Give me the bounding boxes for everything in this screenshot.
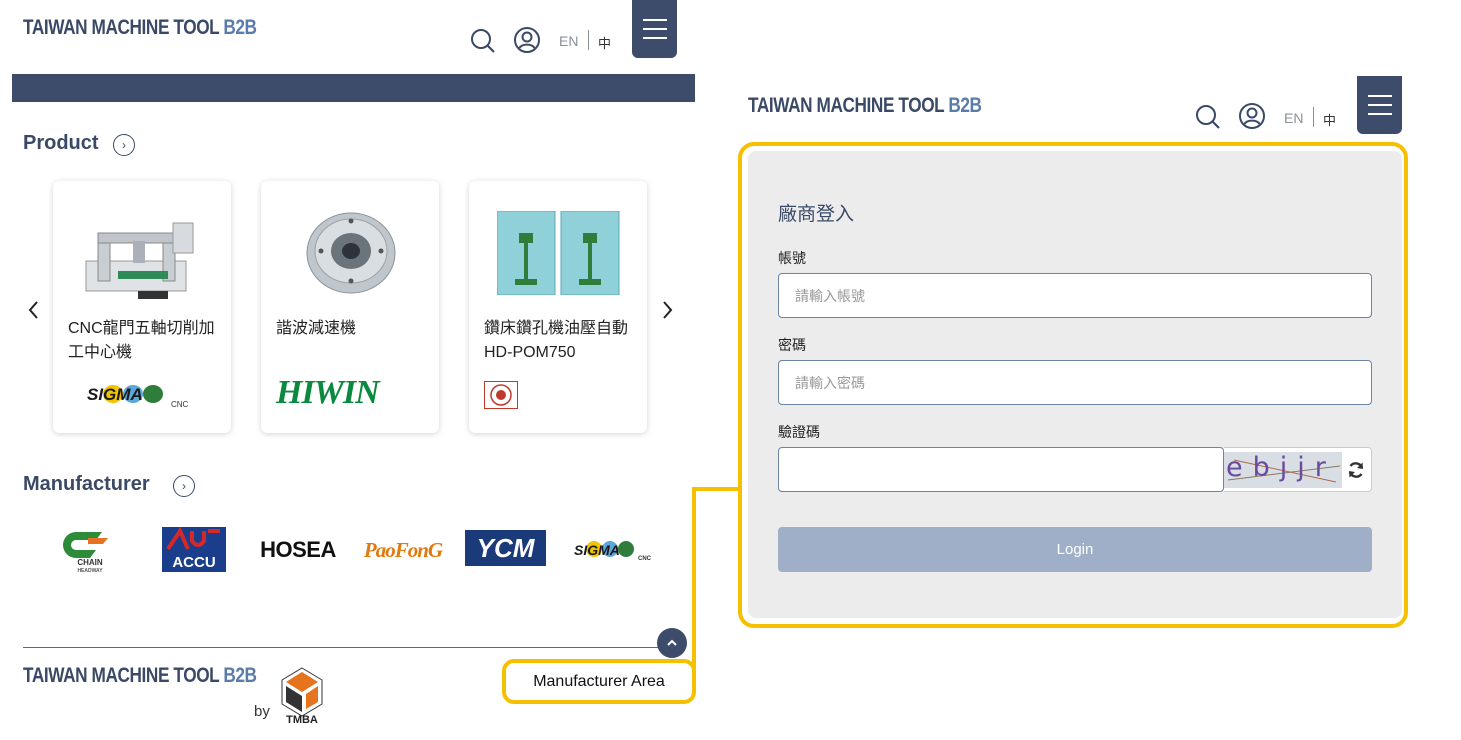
manufacturer-area-label: Manufacturer Area [533, 672, 665, 690]
svg-text:CNC: CNC [171, 400, 189, 409]
footer-brand-logo[interactable]: TAIWAN MACHINE TOOL B2B [23, 664, 257, 688]
hamburger-menu-button[interactable] [632, 0, 677, 58]
footer-by-label: by [254, 703, 270, 720]
product-card-title: 諧波減速機 [276, 320, 357, 337]
manufacturer-more-chevron-icon[interactable]: › [173, 475, 195, 497]
lang-en-link[interactable]: EN [1284, 110, 1303, 126]
product-image-harmonic-reducer [301, 201, 401, 301]
brand-suffix: B2B [223, 16, 257, 39]
svg-text:ACCU: ACCU [172, 554, 215, 571]
captcha-noise: ebjjr [1224, 452, 1342, 488]
footer-divider [23, 647, 686, 648]
product-card[interactable]: CNC龍門五軸切削加工中心機 SIGMA CNC [53, 181, 231, 433]
hamburger-menu-button[interactable] [1357, 76, 1402, 134]
product-image-drilling-machine [496, 210, 621, 296]
callout-connector [692, 488, 696, 682]
carousel-prev-chevron-icon[interactable] [26, 298, 42, 322]
lang-zh-link[interactable]: 中 [598, 33, 611, 52]
login-title: 廠商登入 [778, 204, 855, 225]
left-brand-logo[interactable]: TAIWAN MACHINE TOOL B2B [23, 16, 257, 40]
svg-text:SIGMA: SIGMA [87, 385, 143, 404]
manufacturer-logo-chain[interactable]: CHAIN HEADWAY [60, 528, 120, 573]
carousel-next-chevron-icon[interactable] [659, 298, 675, 322]
search-icon[interactable] [1193, 102, 1223, 132]
manufacturer-logo-ycm[interactable]: YCM [465, 530, 546, 566]
product-card-title: CNC龍門五軸切削加工中心機 [68, 320, 215, 361]
password-input[interactable]: 請輸入密碼 [778, 360, 1372, 405]
brand-main: TAIWAN MACHINE TOOL [748, 94, 944, 117]
right-brand-logo[interactable]: TAIWAN MACHINE TOOL B2B [748, 94, 982, 118]
account-label: 帳號 [778, 250, 806, 266]
captcha-image: ebjjr [1224, 447, 1372, 492]
svg-text:HEADWAY: HEADWAY [77, 568, 103, 573]
brand-main: TAIWAN MACHINE TOOL [23, 16, 219, 39]
vendor-login-panel: 廠商登入 帳號 請輸入帳號 密碼 請輸入密碼 驗證碼 ebjjr Login [748, 151, 1402, 618]
brand-seal-icon [484, 381, 518, 409]
callout-connector [692, 487, 742, 491]
scroll-to-top-button[interactable] [657, 628, 687, 658]
lang-divider [588, 30, 589, 50]
captcha-text: ebjjr [1226, 452, 1336, 483]
lang-en-link[interactable]: EN [559, 33, 578, 49]
product-section-title: Product [23, 132, 99, 154]
brand-logo-hiwin: HIWIN [276, 374, 380, 411]
brand-suffix: B2B [948, 94, 982, 117]
svg-text:CHAIN: CHAIN [77, 558, 103, 567]
manufacturer-logo-paofong[interactable]: PaoFonG [357, 536, 449, 564]
lang-divider [1313, 107, 1314, 127]
captcha-input[interactable] [778, 447, 1224, 492]
brand-main: TAIWAN MACHINE TOOL [23, 664, 219, 687]
account-input-placeholder: 請輸入帳號 [795, 287, 865, 304]
brand-suffix: B2B [223, 664, 257, 687]
manufacturer-logo-accu[interactable]: ACCU [162, 527, 226, 572]
search-icon[interactable] [468, 26, 498, 56]
login-button[interactable]: Login [778, 527, 1372, 572]
user-account-icon[interactable] [512, 25, 542, 55]
tmba-logo-icon[interactable]: TMBA [278, 666, 326, 726]
account-input[interactable]: 請輸入帳號 [778, 273, 1372, 318]
product-more-chevron-icon[interactable]: › [113, 134, 135, 156]
brand-logo-sigma: SIGMA CNC [83, 381, 203, 411]
product-card[interactable]: 鑽床鑽孔機油壓自動HD-POM750 [469, 181, 647, 433]
user-account-icon[interactable] [1237, 101, 1267, 131]
chevron-up-icon [667, 639, 677, 646]
svg-text:CNC: CNC [638, 556, 652, 562]
manufacturer-area-link[interactable]: Manufacturer Area [502, 659, 696, 704]
product-image-cnc-machine [78, 211, 208, 301]
manufacturer-logo-hosea[interactable]: HOSEA [252, 536, 344, 564]
captcha-label: 驗證碼 [778, 424, 820, 440]
manufacturer-section-title: Manufacturer [23, 473, 150, 495]
menu-bar-icon [1367, 95, 1392, 97]
password-label: 密碼 [778, 337, 806, 353]
lang-zh-link[interactable]: 中 [1323, 110, 1336, 129]
menu-bar-icon [642, 19, 667, 21]
svg-text:SIGMA: SIGMA [574, 542, 620, 558]
manufacturer-logo-sigma[interactable]: SIGMA CNC [572, 535, 654, 565]
password-input-placeholder: 請輸入密碼 [795, 374, 865, 391]
header-banner-bar [12, 74, 695, 102]
product-card[interactable]: 諧波減速機 HIWIN [261, 181, 439, 433]
captcha-refresh-icon[interactable] [1346, 460, 1366, 480]
product-card-title: 鑽床鑽孔機油壓自動HD-POM750 [484, 320, 629, 361]
svg-text:TMBA: TMBA [286, 714, 318, 724]
